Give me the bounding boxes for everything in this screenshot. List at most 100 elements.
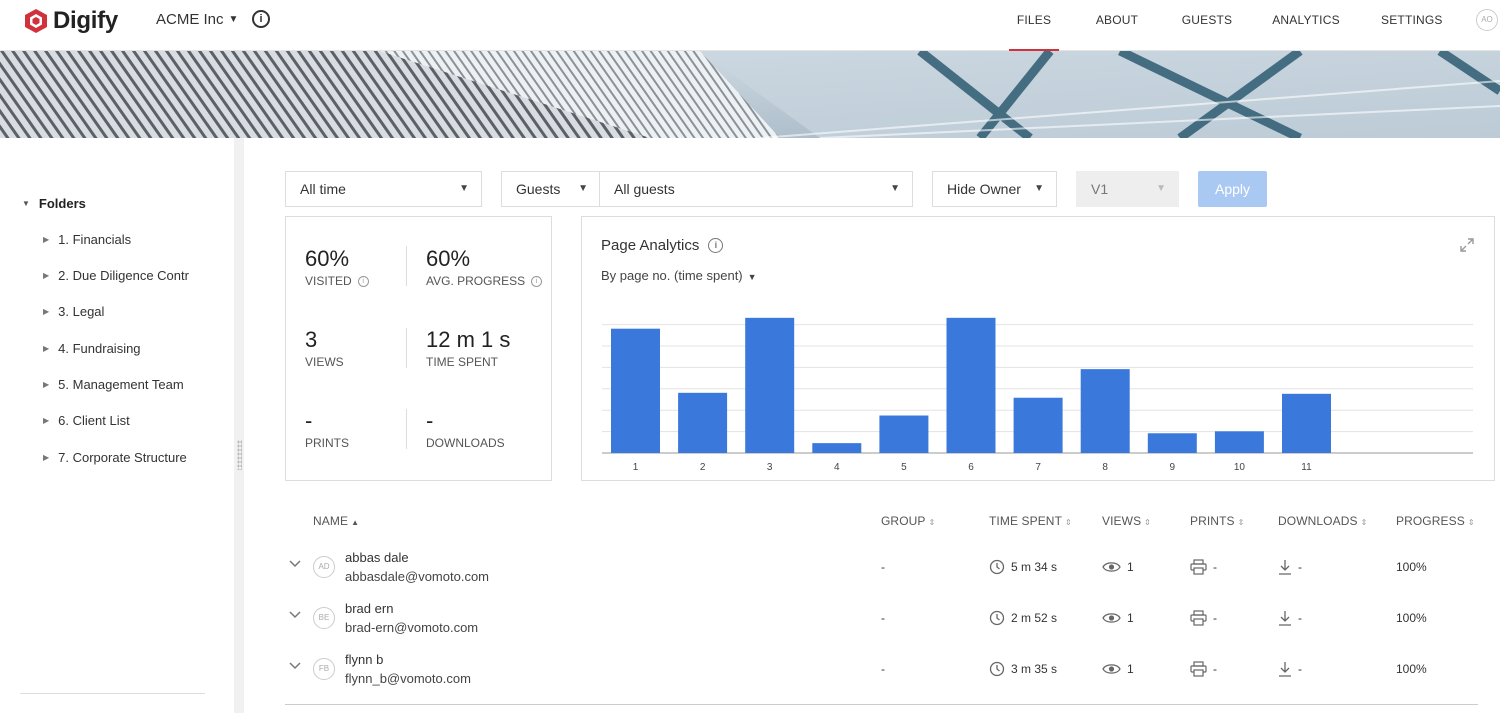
top-navbar: Digify ACME Inc ▼ i FILES ABOUT GUESTS A… — [0, 0, 1500, 51]
nav-guests[interactable]: GUESTS — [1180, 0, 1234, 51]
apply-button[interactable]: Apply — [1198, 171, 1267, 207]
folder-item[interactable]: ▶ 7. Corporate Structure — [43, 450, 203, 465]
views-cell: 1 — [1102, 611, 1134, 625]
drag-handle-icon[interactable] — [237, 440, 242, 470]
avg-progress-stat: 60% AVG. PROGRESS i — [426, 246, 543, 288]
caret-right-icon: ▶ — [43, 380, 50, 389]
printer-icon — [1190, 661, 1207, 677]
folder-item[interactable]: ▶ 3. Legal — [43, 304, 203, 319]
downloads-cell: - — [1278, 610, 1302, 626]
folders-tree-root[interactable]: ▼ Folders — [22, 196, 86, 211]
chart-mode-dropdown[interactable]: By page no. (time spent) ▼ — [601, 268, 757, 283]
x-tick-label: 11 — [1301, 462, 1312, 473]
caret-right-icon: ▶ — [43, 271, 50, 280]
views-label: VIEWS — [305, 355, 344, 369]
printer-icon — [1190, 610, 1207, 626]
eye-icon — [1102, 562, 1121, 572]
owner-visibility-select[interactable]: Hide Owner ▼ — [932, 171, 1057, 207]
nav-analytics[interactable]: ANALYTICS — [1272, 0, 1340, 51]
views-value: 3 — [305, 327, 318, 352]
folder-item[interactable]: ▶ 5. Management Team — [43, 377, 203, 392]
caret-down-icon: ▼ — [747, 272, 757, 282]
column-header-time-spent[interactable]: TIME SPENT ⇕ — [989, 514, 1072, 528]
sort-asc-icon: ▲ — [351, 518, 360, 527]
app-logo[interactable]: Digify — [24, 7, 118, 35]
prints-stat: - PRINTS — [305, 408, 349, 450]
expand-icon[interactable] — [1460, 238, 1474, 252]
header-label: GROUP — [881, 514, 926, 528]
group-cell: - — [881, 662, 885, 676]
x-tick-label: 9 — [1170, 462, 1176, 473]
progress-cell: 100% — [1396, 611, 1427, 625]
download-icon — [1279, 611, 1291, 626]
chart-bar[interactable] — [1147, 433, 1197, 453]
viewer-type-value: Guests — [516, 181, 561, 197]
sidebar-resizer[interactable] — [234, 138, 244, 713]
column-header-downloads[interactable]: DOWNLOADS ⇕ — [1278, 514, 1367, 528]
time-spent-cell: 5 m 34 s — [989, 559, 1057, 575]
nav-about[interactable]: ABOUT — [1092, 0, 1142, 51]
chart-bar[interactable] — [812, 443, 862, 453]
column-header-name[interactable]: NAME ▲ — [313, 514, 359, 528]
info-icon[interactable]: i — [357, 275, 369, 287]
nav-files[interactable]: FILES — [1009, 0, 1059, 51]
x-tick-label: 6 — [968, 462, 974, 473]
prints-label: PRINTS — [305, 436, 350, 450]
visited-stat: 60% VISITED i — [305, 246, 369, 288]
chart-bar[interactable] — [879, 415, 929, 453]
column-header-progress[interactable]: PROGRESS ⇕ — [1396, 514, 1475, 528]
chart-bar[interactable] — [611, 328, 660, 453]
folder-item[interactable]: ▶ 1. Financials — [43, 232, 203, 247]
chevron-down-icon[interactable] — [288, 557, 302, 572]
downloads-value: - — [1298, 611, 1302, 625]
org-switcher[interactable]: ACME Inc ▼ — [156, 11, 238, 28]
version-select[interactable]: V1 ▼ — [1076, 171, 1179, 207]
chevron-down-icon[interactable] — [288, 608, 302, 623]
caret-right-icon: ▶ — [43, 416, 50, 425]
time-spent-cell: 2 m 52 s — [989, 610, 1057, 626]
chart-bar[interactable] — [678, 392, 728, 453]
x-tick-label: 5 — [901, 462, 907, 473]
user-avatar[interactable]: AO — [1476, 9, 1498, 31]
chart-bar[interactable] — [1282, 393, 1331, 453]
chart-bar[interactable] — [1013, 397, 1063, 453]
time-range-select[interactable]: All time ▼ — [285, 171, 482, 207]
folder-item[interactable]: ▶ 4. Fundraising — [43, 341, 203, 356]
table-bottom-border — [285, 704, 1478, 705]
group-cell: - — [881, 611, 885, 625]
guest-email: abbasdale@vomoto.com — [345, 569, 489, 584]
info-icon[interactable]: i — [708, 238, 724, 253]
chart-bar[interactable] — [946, 317, 996, 453]
chart-title-text: Page Analytics — [601, 237, 700, 254]
folder-item[interactable]: ▶ 6. Client List — [43, 413, 203, 428]
folder-item[interactable]: ▶ 2. Due Diligence Contr — [43, 268, 203, 283]
clock-icon — [989, 610, 1005, 626]
column-header-group[interactable]: GROUP ⇕ — [881, 514, 935, 528]
digify-hexagon-icon — [25, 9, 47, 33]
sort-icon: ⇕ — [1467, 518, 1475, 527]
chart-mode-value: By page no. (time spent) — [601, 268, 743, 283]
chart-bar[interactable] — [1214, 431, 1264, 453]
chart-title: Page Analytics i — [601, 237, 724, 254]
nav-settings[interactable]: SETTINGS — [1381, 0, 1442, 51]
x-tick-label: 10 — [1234, 462, 1246, 473]
chart-bar[interactable] — [1080, 369, 1130, 453]
guest-select[interactable]: All guests ▼ — [599, 171, 913, 207]
viewer-type-select[interactable]: Guests ▼ — [501, 171, 601, 207]
eye-icon — [1102, 613, 1121, 623]
column-header-views[interactable]: VIEWS ⇕ — [1102, 514, 1151, 528]
folder-label: 2. Due Diligence Contr — [58, 268, 189, 283]
info-icon[interactable]: i — [252, 10, 270, 28]
info-icon[interactable]: i — [531, 275, 543, 287]
column-header-prints[interactable]: PRINTS ⇕ — [1190, 514, 1244, 528]
org-name: ACME Inc — [156, 11, 224, 28]
prints-cell: - — [1190, 661, 1217, 677]
header-label: DOWNLOADS — [1278, 514, 1358, 528]
owner-visibility-value: Hide Owner — [947, 181, 1021, 197]
sort-icon: ⇕ — [928, 518, 936, 527]
guest-value: All guests — [614, 181, 675, 197]
chevron-down-icon[interactable] — [288, 659, 302, 674]
sidebar-divider — [20, 693, 205, 694]
chart-bar[interactable] — [745, 317, 795, 453]
time-spent-value: 3 m 35 s — [1011, 662, 1058, 676]
